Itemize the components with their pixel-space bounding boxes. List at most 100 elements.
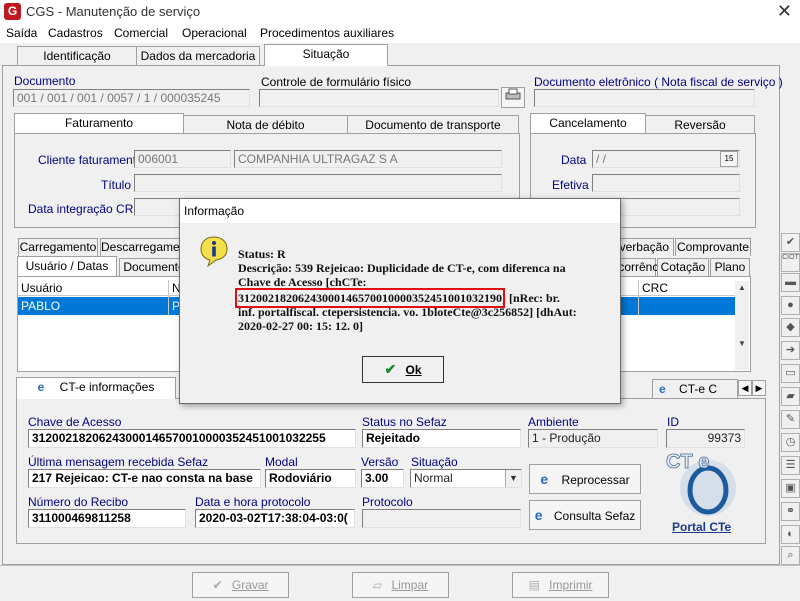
- data-label: Data: [561, 153, 587, 167]
- tag-icon[interactable]: ◆: [781, 318, 800, 337]
- doc-eletronico-field[interactable]: [534, 89, 755, 107]
- portal-cte-link[interactable]: Portal CTe: [672, 520, 731, 534]
- imprimir-button[interactable]: ▤ Imprimir: [512, 572, 609, 598]
- tab-plano[interactable]: Plano: [710, 258, 750, 276]
- info-icon: [198, 235, 230, 268]
- dialog-title: Informação: [180, 199, 620, 223]
- situacao-select[interactable]: Normal ▼: [410, 469, 522, 488]
- grid-scrollbar[interactable]: ▲ ▼: [735, 281, 749, 370]
- ultima-mensagem-field[interactable]: 217 Rejeicao: CT-e nao consta na base: [28, 469, 261, 488]
- documento-label: Documento: [14, 74, 76, 88]
- ciot-icon[interactable]: CIOT: [781, 253, 800, 272]
- chave-acesso-label: Chave de Acesso: [28, 415, 122, 429]
- confirm-icon[interactable]: ✔: [781, 233, 800, 252]
- cte-logo-icon[interactable]: CT e: [658, 448, 748, 520]
- cte-tab-icon: e: [37, 380, 45, 394]
- tab-reversao[interactable]: Reversão: [645, 115, 755, 135]
- tab-doc-transporte[interactable]: Documento de transporte: [347, 115, 519, 135]
- tab-situacao[interactable]: Situação: [264, 44, 388, 66]
- tab-nota-debito[interactable]: Nota de débito: [183, 115, 348, 135]
- tab-cte-informacoes[interactable]: e CT-e informações: [16, 377, 176, 399]
- dialog-desc-after: ] [nRec: br.: [502, 291, 560, 305]
- document-icon[interactable]: ▭: [781, 364, 800, 383]
- printer-icon: [505, 88, 521, 100]
- cliente-code-field[interactable]: 006001: [134, 150, 231, 168]
- scroll-up-icon[interactable]: ▲: [735, 281, 749, 295]
- gravar-button[interactable]: ✔ Gravar: [192, 572, 289, 598]
- efetiva-label: Efetiva: [552, 178, 589, 192]
- calendar-icon[interactable]: 15: [720, 151, 738, 167]
- tab-carregamento[interactable]: Carregamento: [18, 238, 98, 256]
- ambiente-field[interactable]: 1 - Produção: [528, 429, 658, 448]
- information-dialog: Informação Status: R Descrição: 539 Reje…: [179, 198, 621, 404]
- search-icon[interactable]: ⌕: [781, 546, 800, 565]
- col-crc-header[interactable]: CRC: [642, 281, 668, 295]
- list-icon[interactable]: ☰: [781, 456, 800, 475]
- tab-usuario-datas[interactable]: Usuário / Datas: [17, 256, 117, 276]
- data-integracao-label: Data integração CRC: [28, 202, 143, 216]
- recibo-field[interactable]: 311000469811258: [28, 509, 186, 528]
- datahora-field[interactable]: 2020-03-02T17:38:04-03:0(: [195, 509, 355, 528]
- efetiva-field[interactable]: [592, 174, 740, 192]
- dialog-desc-line2: Chave de Acesso [chCTe:: [238, 275, 367, 289]
- dialog-desc-line4: inf. portalfiscal. ctepersistencia. vo. …: [238, 305, 577, 319]
- menu-saida[interactable]: Saída: [6, 26, 37, 40]
- versao-label: Versão: [361, 455, 399, 469]
- truck-icon[interactable]: ▰: [781, 387, 800, 406]
- menu-operacional[interactable]: Operacional: [182, 26, 247, 40]
- link-icon[interactable]: ⚭: [781, 502, 800, 521]
- ultima-mensagem-label: Última mensagem recebida Sefaz: [28, 455, 209, 469]
- controle-field[interactable]: [259, 89, 499, 107]
- status-sefaz-field[interactable]: Rejeitado: [362, 429, 521, 448]
- protocolo-field[interactable]: [362, 509, 521, 528]
- ok-button[interactable]: ✔ Ok: [362, 356, 444, 383]
- pin-icon[interactable]: ◐: [781, 525, 800, 544]
- situacao-label: Situação: [411, 455, 458, 469]
- tab-cotacao[interactable]: Cotação: [657, 258, 709, 276]
- chave-acesso-field[interactable]: 3120021820624300014657001000035245100103…: [28, 429, 356, 448]
- box-icon[interactable]: ▣: [781, 479, 800, 498]
- close-icon[interactable]: ✕: [777, 1, 792, 22]
- id-field[interactable]: 99373: [666, 429, 745, 448]
- tab-dados-mercadoria[interactable]: Dados da mercadoria: [136, 46, 260, 66]
- tab-scroll-left-icon[interactable]: ◀: [738, 380, 752, 396]
- tab-comprovante[interactable]: Comprovante: [675, 238, 751, 256]
- tab-cte-c[interactable]: e CT-e C: [652, 379, 738, 399]
- menu-comercial[interactable]: Comercial: [114, 26, 168, 40]
- menu-procedimentos[interactable]: Procedimentos auxiliares: [260, 26, 394, 40]
- titulo-field[interactable]: [134, 174, 502, 192]
- cliente-label: Cliente faturamento: [38, 153, 143, 167]
- note-icon[interactable]: ✎: [781, 410, 800, 429]
- menu-cadastros[interactable]: Cadastros: [48, 26, 103, 40]
- check-icon: ✔: [212, 578, 223, 592]
- circle-icon[interactable]: ●: [781, 296, 800, 315]
- menu-bar: Saída Cadastros Comercial Operacional Pr…: [0, 23, 800, 43]
- clock-icon[interactable]: ◷: [781, 433, 800, 452]
- tab-faturamento[interactable]: Faturamento: [14, 113, 184, 133]
- dialog-desc-line5: 2020-02-27 00: 15: 12. 0]: [238, 319, 363, 333]
- tab-descarregamento[interactable]: Descarregamento: [100, 238, 196, 256]
- grid-cell-usuario: PABLO: [21, 299, 61, 313]
- tab-cancelamento[interactable]: Cancelamento: [530, 113, 646, 133]
- arrow-right-icon[interactable]: ➔: [781, 341, 800, 360]
- consulta-icon: e: [534, 507, 543, 523]
- documento-field[interactable]: 001 / 001 / 001 / 0057 / 1 / 000035245: [13, 89, 250, 107]
- titulo-label: Título: [101, 178, 132, 192]
- consulta-sefaz-button[interactable]: e Consulta Sefaz: [529, 500, 641, 530]
- versao-field[interactable]: 3.00: [361, 469, 404, 488]
- chevron-down-icon[interactable]: ▼: [505, 470, 521, 487]
- printer-button[interactable]: [501, 87, 525, 108]
- reprocessar-button[interactable]: e Reprocessar: [529, 464, 641, 494]
- flag-icon[interactable]: ▬: [781, 273, 800, 292]
- modal-field[interactable]: Rodoviário: [265, 469, 356, 488]
- limpar-button[interactable]: ▱ Limpar: [352, 572, 449, 598]
- col-usuario-header[interactable]: Usuário: [21, 281, 62, 295]
- check-icon: ✔: [384, 361, 397, 377]
- tab-scroll-right-icon[interactable]: ▶: [752, 380, 766, 396]
- doc-eletronico-label: Documento eletrônico ( Nota fiscal de se…: [534, 75, 783, 89]
- cliente-name-field[interactable]: COMPANHIA ULTRAGAZ S A: [234, 150, 502, 168]
- scroll-down-icon[interactable]: ▼: [735, 337, 749, 351]
- tab-identificacao[interactable]: Identificação: [17, 46, 137, 66]
- data-field[interactable]: / /: [592, 150, 740, 168]
- datahora-label: Data e hora protocolo: [195, 495, 311, 509]
